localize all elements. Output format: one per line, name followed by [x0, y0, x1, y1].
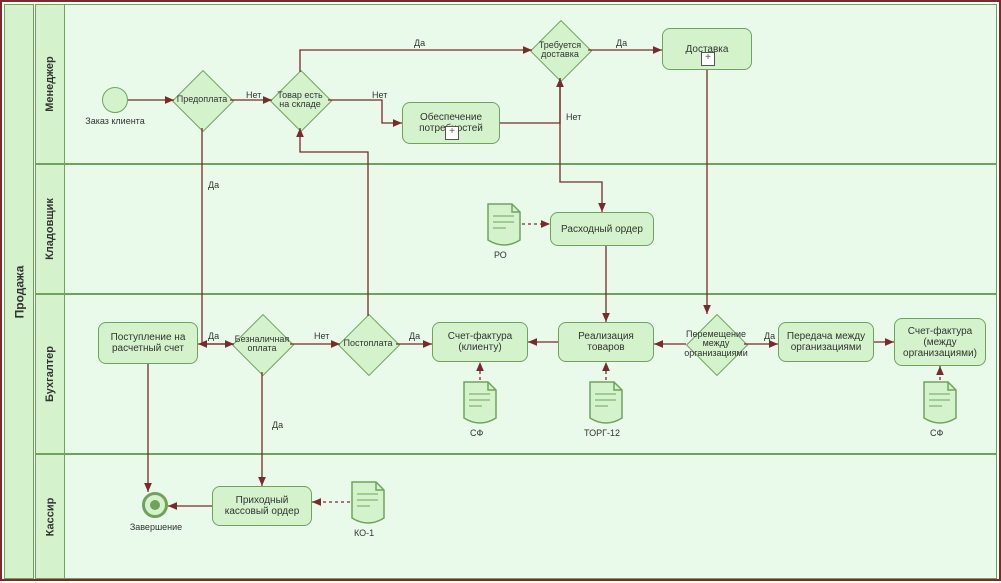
task-transfer-orgs: Передача между организациями	[778, 322, 874, 362]
lane-header: Менеджер	[36, 5, 65, 163]
gateway-prepay: Предоплата	[172, 70, 232, 130]
lane-accountant: Бухгалтер	[35, 294, 997, 454]
edge-label-yes: Да	[272, 420, 283, 430]
gateway-in-stock: Товар есть на складе	[270, 70, 330, 130]
lane-header: Кассир	[36, 455, 65, 578]
edge-label-yes: Да	[409, 331, 420, 341]
doc-label: КО-1	[354, 528, 374, 538]
task-invoice-client: Счет-фактура (клиенту)	[432, 322, 528, 362]
doc-sf2	[922, 380, 958, 424]
end-event	[142, 492, 168, 518]
gateway-interorg-move: Перемещение между организациями	[686, 314, 746, 374]
lane-header: Кладовщик	[36, 165, 65, 293]
task-invoice-orgs: Счет-фактура (между организациями)	[894, 318, 986, 366]
edge-label-yes: Да	[616, 38, 627, 48]
edge-label-no: Нет	[372, 90, 387, 100]
lane-cashier: Кассир	[35, 454, 997, 579]
pool-title: Продажа	[12, 265, 26, 318]
subprocess-icon: +	[701, 52, 715, 66]
start-event	[102, 87, 128, 113]
lane-header: Бухгалтер	[36, 295, 65, 453]
task-goods-sale: Реализация товаров	[558, 322, 654, 362]
doc-ro	[486, 202, 522, 246]
doc-sf	[462, 380, 498, 424]
gateway-cashless: Безналичная оплата	[232, 314, 292, 374]
task-delivery: Доставка +	[662, 28, 752, 70]
pool-header: Продажа	[4, 4, 34, 579]
task-bank-receipt: Поступление на расчетный счет	[98, 322, 198, 364]
edge-label-no: Нет	[246, 90, 261, 100]
doc-torg12	[588, 380, 624, 424]
end-event-label: Завершение	[126, 522, 186, 532]
doc-label: СФ	[470, 428, 483, 438]
edge-label-no: Нет	[314, 331, 329, 341]
bpmn-diagram: Продажа Менеджер Кладовщик Бухгалтер Кас…	[0, 0, 1001, 581]
edge-label-yes: Да	[208, 180, 219, 190]
start-event-label: Заказ клиента	[84, 116, 146, 126]
gateway-postpay: Постоплата	[338, 314, 398, 374]
edge-label-yes: Да	[414, 38, 425, 48]
edge-label-no: Нет	[566, 112, 581, 122]
edge-label-yes: Да	[208, 331, 219, 341]
doc-label: СФ	[930, 428, 943, 438]
task-expense-order: Расходный ордер	[550, 212, 654, 246]
subprocess-icon: +	[445, 126, 459, 140]
task-secure-needs: Обеспечение потребностей +	[402, 102, 500, 144]
doc-label: ТОРГ-12	[584, 428, 620, 438]
task-cash-receipt: Приходный кассовый ордер	[212, 486, 312, 526]
doc-ko1	[350, 480, 386, 524]
doc-label: РО	[494, 250, 507, 260]
gateway-need-delivery: Требуется доставка	[530, 20, 590, 80]
edge-label-yes: Да	[764, 331, 775, 341]
